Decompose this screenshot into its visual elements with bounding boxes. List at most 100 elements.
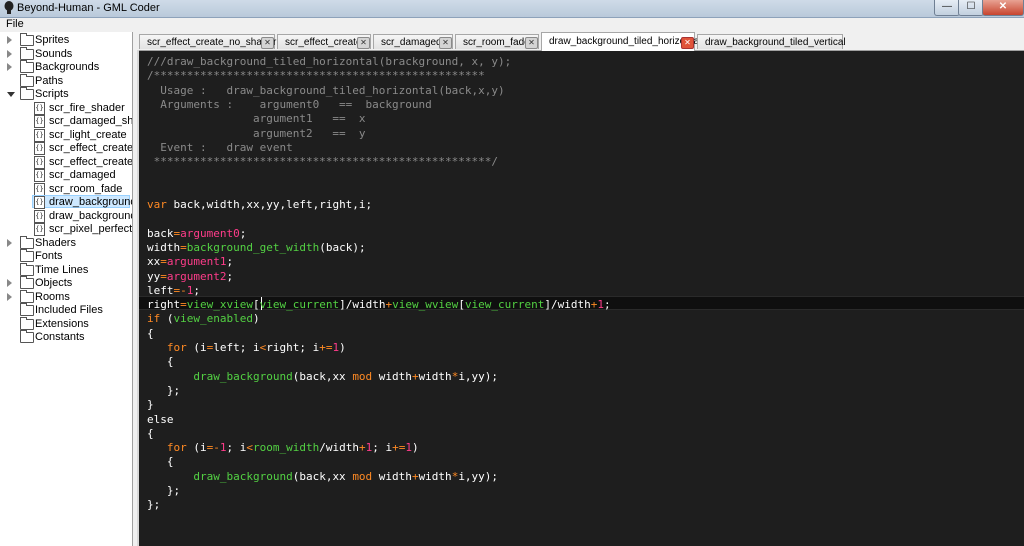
code-token: back <box>147 226 174 240</box>
tree-script-item[interactable]: {} scr_room_fade <box>0 182 132 196</box>
code-token: (back); <box>319 240 366 254</box>
code-token: for <box>166 341 187 354</box>
tree-folder-item[interactable]: Shaders <box>0 235 132 250</box>
tab-close-icon[interactable]: ✕ <box>681 37 694 49</box>
code-token: view_current <box>464 298 545 312</box>
tree-folder-item[interactable]: Sounds <box>0 46 132 61</box>
script-icon: {} <box>34 155 45 169</box>
tab-close-icon[interactable]: ✕ <box>525 37 538 49</box>
code-token: width <box>372 469 412 483</box>
code-line: for (i=-1; i<room_width/width+1; i+=1) <box>147 441 419 455</box>
tree-script-item[interactable]: {} scr_damaged_sha... <box>0 115 132 128</box>
code-token: var <box>147 198 174 211</box>
code-line: var back,width,xx,yy,left,right,i; <box>147 198 372 212</box>
tab-label: draw_background_tiled_horizontal <box>549 36 702 47</box>
tree-script-item[interactable]: {} draw_background... <box>0 195 132 209</box>
code-token: view_enabled <box>173 312 253 326</box>
tree-item-label: scr_damaged_sha... <box>49 115 133 127</box>
code-token: ///draw_background_tiled_horizontal(brac… <box>147 55 512 68</box>
code-token: ( <box>160 312 174 326</box>
code-line: argument2 == y <box>147 127 366 141</box>
code-line: back=argument0; <box>147 227 246 241</box>
tree-folder-item[interactable]: Scripts <box>0 87 132 101</box>
script-icon: {} <box>34 142 45 155</box>
tab-draw-background-tiled-horizontal[interactable]: draw_background_tiled_horizontal ✕ <box>541 32 701 51</box>
tab-label: scr_room_fade <box>463 37 530 48</box>
code-token: background_get_width <box>186 240 320 254</box>
code-token: = <box>180 240 187 254</box>
tree-script-item[interactable]: {} scr_effect_create_... <box>0 155 132 169</box>
collapse-arrow-icon[interactable] <box>7 36 12 44</box>
tree-script-item[interactable]: {} scr_pixel_perfect_c... <box>0 223 132 236</box>
tree-item-label: Scripts <box>35 88 69 100</box>
code-token: } <box>147 398 154 412</box>
tree-folder-item[interactable]: Constants <box>0 330 132 344</box>
tree-item-label: Included Files <box>35 304 103 316</box>
expand-arrow-icon[interactable] <box>7 92 15 97</box>
close-button[interactable]: ✕ <box>982 0 1024 16</box>
tree-folder-item[interactable]: Backgrounds <box>0 60 132 74</box>
code-line: argument1 == x <box>147 112 366 126</box>
code-token: =- <box>206 441 220 455</box>
collapse-arrow-icon[interactable] <box>7 63 12 71</box>
collapse-arrow-icon[interactable] <box>7 238 12 247</box>
code-line: right=view_xview[view_current]/width+vie… <box>147 298 611 312</box>
tab-scr-damaged[interactable]: scr_damaged ✕ <box>373 34 453 49</box>
code-token: width <box>147 240 181 254</box>
code-token: for <box>166 441 187 455</box>
code-token: ]/width <box>339 298 386 312</box>
tree-script-item[interactable]: {} scr_fire_shader <box>0 101 132 115</box>
code-token: + <box>411 469 419 483</box>
tab-scr-effect-create-no-shader[interactable]: scr_effect_create_no_shader ✕ <box>139 34 276 49</box>
tree-folder-item[interactable]: Paths <box>0 73 132 88</box>
code-line: ****************************************… <box>147 155 498 169</box>
tree-script-item[interactable]: {} draw_background... <box>0 209 132 223</box>
folder-icon <box>20 289 34 303</box>
folder-icon <box>20 303 34 316</box>
tree-folder-item[interactable]: Rooms <box>0 289 132 304</box>
tree-folder-item[interactable]: Included Files <box>0 303 132 317</box>
code-line: yy=argument2; <box>147 270 233 284</box>
menu-file[interactable]: File <box>6 18 24 30</box>
maximize-button[interactable]: ☐ <box>958 0 984 16</box>
tab-scr-effect-create[interactable]: scr_effect_create ✕ <box>277 34 371 49</box>
code-line: { <box>147 355 174 369</box>
tree-folder-item[interactable]: Fonts <box>0 249 132 263</box>
tree-item-label: Objects <box>35 277 73 289</box>
tab-close-icon[interactable]: ✕ <box>261 37 274 49</box>
code-token: { <box>147 426 154 440</box>
tab-scr-room-fade[interactable]: scr_room_fade ✕ <box>455 34 539 49</box>
tree-script-item[interactable]: {} scr_damaged <box>0 169 132 182</box>
tree-folder-item[interactable]: Objects <box>0 276 132 290</box>
code-token: }; <box>147 383 181 397</box>
tree-script-item[interactable]: {} scr_effect_create <box>0 142 132 155</box>
code-token: argument1 == x <box>147 112 366 126</box>
tree-folder-item[interactable]: Extensions <box>0 316 132 331</box>
code-editor[interactable]: ///draw_background_tiled_horizontal(brac… <box>139 51 1024 546</box>
tree-item-label: Sprites <box>35 34 70 46</box>
tree-script-item[interactable]: {} scr_light_create <box>0 128 132 142</box>
code-line: else <box>147 413 174 427</box>
tree-item-label: Rooms <box>35 290 70 303</box>
tab-close-icon[interactable]: ✕ <box>357 37 370 49</box>
code-token: argument1 <box>166 255 227 269</box>
code-token: xx <box>147 255 161 269</box>
tab-draw-background-tiled-vertical[interactable]: draw_background_tiled_vertical <box>697 34 846 49</box>
code-token: ; <box>604 298 611 312</box>
collapse-arrow-icon[interactable] <box>7 279 12 287</box>
folder-icon <box>20 249 34 262</box>
code-line: { <box>147 327 154 341</box>
tree-folder-item[interactable]: Sprites <box>0 33 132 47</box>
code-token: = <box>160 255 167 269</box>
collapse-arrow-icon[interactable] <box>7 49 12 58</box>
collapse-arrow-icon[interactable] <box>7 292 12 301</box>
tree-item-label: Fonts <box>35 250 63 262</box>
tab-close-icon[interactable]: ✕ <box>439 37 452 49</box>
app-logo-icon <box>4 1 14 14</box>
code-token: argument2 == y <box>147 126 366 140</box>
tree-folder-item[interactable]: Time Lines <box>0 262 132 277</box>
code-token: /***************************************… <box>147 69 485 83</box>
minimize-button[interactable]: — <box>934 0 960 16</box>
code-token: draw_background <box>193 369 293 383</box>
code-token: Event : draw event <box>147 140 293 154</box>
